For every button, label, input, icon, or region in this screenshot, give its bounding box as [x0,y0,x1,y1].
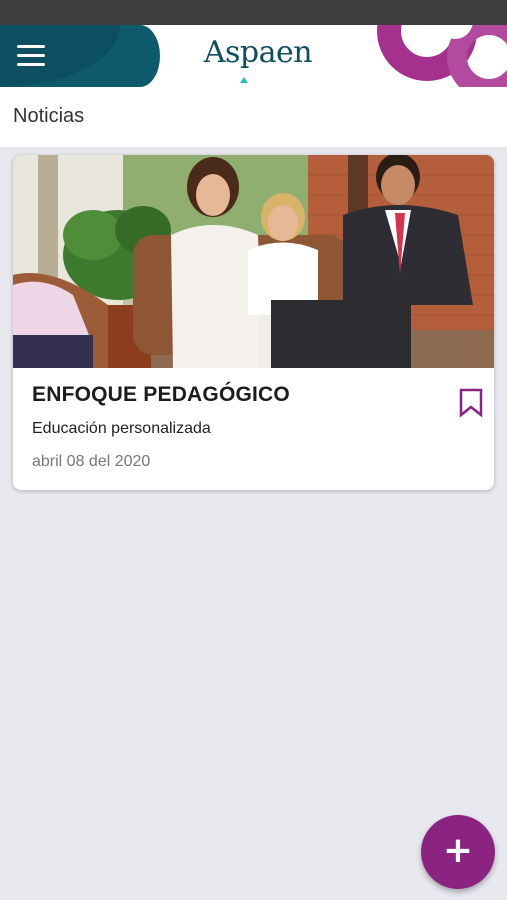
news-title: ENFOQUE PEDAGÓGICO [32,383,290,406]
plus-icon: + [442,830,474,871]
add-fab-button[interactable]: + [421,815,495,889]
app-header: Aspaen [0,25,507,87]
decorative-circles [377,25,507,87]
aspaen-logo: Aspaen [193,35,323,85]
page-title-bar: Noticias [0,87,507,147]
logo-accent-icon [240,77,248,83]
logo-text: Aspaen [203,35,313,70]
page-title: Noticias [13,105,85,127]
news-subtitle: Educación personalizada [32,420,211,437]
news-card[interactable]: ENFOQUE PEDAGÓGICO Educación personaliza… [13,155,494,490]
hamburger-menu-icon[interactable] [17,45,45,66]
status-bar [0,0,507,25]
news-photo [13,155,494,368]
news-date: abril 08 del 2020 [32,453,151,470]
bookmark-outline-icon[interactable] [459,388,483,418]
